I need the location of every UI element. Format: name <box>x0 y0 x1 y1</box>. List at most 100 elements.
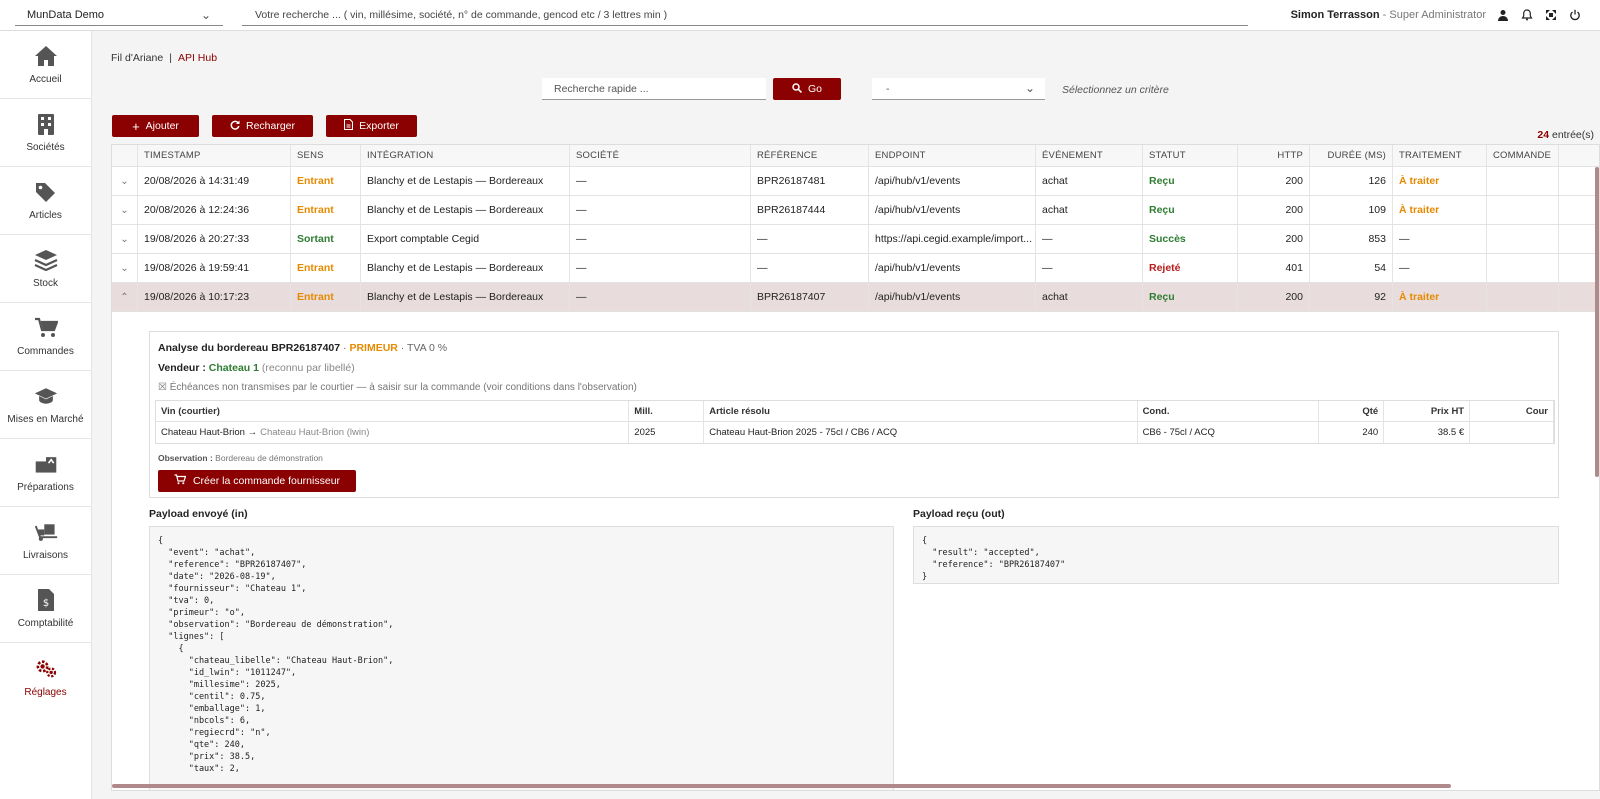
column-header[interactable]: STATUT <box>1143 145 1238 166</box>
expand-icon[interactable] <box>1544 8 1558 22</box>
warning-box-icon: ☒ <box>158 382 167 393</box>
cell-http: 200 <box>1238 283 1310 311</box>
go-label: Go <box>807 83 822 95</box>
breadcrumb-root[interactable]: Fil d'Ariane <box>111 52 163 64</box>
cell-sens: Entrant <box>291 283 361 311</box>
user-name: Simon Terrasson <box>1290 9 1380 21</box>
building-icon <box>34 112 58 136</box>
cell-endpoint: https://api.cegid.example/import... <box>869 225 1036 253</box>
table-row[interactable]: ⌄ 20/08/2026 à 12:24:36 Entrant Blanchy … <box>112 196 1599 225</box>
tags-icon <box>34 180 58 204</box>
chevron-down-icon[interactable]: ⌄ <box>112 254 138 282</box>
sidebar-item-reglages[interactable]: Réglages <box>0 643 91 711</box>
column-header[interactable]: TIMESTAMP <box>138 145 291 166</box>
chevron-down-icon[interactable]: ⌄ <box>112 196 138 224</box>
breadcrumb-current[interactable]: API Hub <box>178 52 217 64</box>
cell-vin: Chateau Haut-Brion → Chateau Haut-Brion (… <box>156 422 630 443</box>
vendeur-name: Chateau 1 <box>208 362 259 374</box>
sidebar-item-commandes[interactable]: Commandes <box>0 303 91 371</box>
criteria-select[interactable]: - ⌄ <box>872 78 1045 100</box>
boxes-icon <box>34 452 58 476</box>
chevron-down-icon[interactable]: ⌄ <box>112 225 138 253</box>
global-search-input[interactable]: Votre recherche ... ( vin, millésime, so… <box>242 6 1248 26</box>
column-header[interactable]: TRAITEMENT <box>1393 145 1487 166</box>
cell-duree: 109 <box>1310 196 1393 224</box>
quick-search-input[interactable]: Recherche rapide ... <box>542 78 766 100</box>
add-button[interactable]: + Ajouter <box>112 115 199 137</box>
cell-prix: 38.5 € <box>1384 422 1471 443</box>
sidebar-item-stock[interactable]: Stock <box>0 235 91 303</box>
company-select[interactable]: MunData Demo ⌄ <box>15 6 223 26</box>
bell-icon[interactable] <box>1520 8 1534 22</box>
column-header[interactable]: DURÉE (MS) <box>1310 145 1393 166</box>
sidebar-item-accueil[interactable]: Accueil <box>0 31 91 99</box>
cell-qte: 240 <box>1319 422 1385 443</box>
horizontal-scrollbar[interactable] <box>112 784 1451 788</box>
power-icon[interactable] <box>1568 8 1582 22</box>
table-header: TIMESTAMP SENS INTÉGRATION SOCIÉTÉ RÉFÉR… <box>112 145 1599 167</box>
cell-integration: Blanchy et de Lestapis — Bordereaux <box>361 167 570 195</box>
sidebar-item-label: Comptabilité <box>17 618 74 629</box>
cell-sens: Entrant <box>291 196 361 224</box>
sidebar-item-comptabilite[interactable]: $ Comptabilité <box>0 575 91 643</box>
cell-reference: — <box>751 225 869 253</box>
cell-http: 200 <box>1238 196 1310 224</box>
breadcrumb: Fil d'Ariane | API Hub <box>111 52 217 64</box>
column-header[interactable]: ÉVÉNEMENT <box>1036 145 1143 166</box>
chevron-down-icon[interactable]: ⌄ <box>112 167 138 195</box>
cell-integration: Blanchy et de Lestapis — Bordereaux <box>361 196 570 224</box>
table-row[interactable]: ⌄ 20/08/2026 à 14:31:49 Entrant Blanchy … <box>112 167 1599 196</box>
sidebar-item-preparations[interactable]: Préparations <box>0 439 91 507</box>
export-button[interactable]: Exporter <box>326 115 417 137</box>
table-row[interactable]: ⌄ 19/08/2026 à 20:27:33 Sortant Export c… <box>112 225 1599 254</box>
company-select-value: MunData Demo <box>27 9 105 21</box>
sidebar-item-mises-en-marche[interactable]: Mises en Marché <box>0 371 91 439</box>
sidebar-item-articles[interactable]: Articles <box>0 167 91 235</box>
vin-courtier: Chateau Haut-Brion → <box>161 427 258 438</box>
plus-icon: + <box>132 118 140 134</box>
cell-http: 200 <box>1238 167 1310 195</box>
cell-sens: Sortant <box>291 225 361 253</box>
sidebar-item-label: Stock <box>32 278 58 289</box>
create-supplier-order-button[interactable]: Créer la commande fournisseur <box>158 470 356 492</box>
column-header[interactable]: COMMANDE <box>1487 145 1559 166</box>
cell-statut: Succès <box>1143 225 1238 253</box>
table-row-expanded[interactable]: ⌃ 19/08/2026 à 10:17:23 Entrant Blanchy … <box>112 283 1599 312</box>
cart-icon <box>34 316 58 340</box>
vendeur-note: (reconnu par libellé) <box>261 362 355 374</box>
sidebar-item-societes[interactable]: Sociétés <box>0 99 91 167</box>
lines-table: Vin (courtier) Mill. Article résolu Cond… <box>155 400 1555 444</box>
lines-table-row: Chateau Haut-Brion → Chateau Haut-Brion (… <box>156 422 1554 443</box>
column-header[interactable]: INTÉGRATION <box>361 145 570 166</box>
cell-commande <box>1487 167 1559 195</box>
column-header[interactable]: HTTP <box>1238 145 1310 166</box>
table-row[interactable]: ⌄ 19/08/2026 à 19:59:41 Entrant Blanchy … <box>112 254 1599 283</box>
analysis-card: Analyse du bordereau BPR26187407 · PRIME… <box>149 331 1559 498</box>
cell-societe: — <box>570 283 751 311</box>
reload-button[interactable]: Recharger <box>212 115 313 137</box>
sidebar-item-livraisons[interactable]: Livraisons <box>0 507 91 575</box>
cell-timestamp: 19/08/2026 à 19:59:41 <box>138 254 291 282</box>
warning-text: Échéances non transmises par le courtier… <box>169 382 637 393</box>
cell-sens: Entrant <box>291 254 361 282</box>
cell-statut: Reçu <box>1143 283 1238 311</box>
column-header[interactable]: ENDPOINT <box>869 145 1036 166</box>
cell-statut: Reçu <box>1143 167 1238 195</box>
cell-duree: 853 <box>1310 225 1393 253</box>
sidebar-item-label: Mises en Marché <box>7 414 84 425</box>
column-header[interactable]: SENS <box>291 145 361 166</box>
column-header[interactable]: SOCIÉTÉ <box>570 145 751 166</box>
cell-reference: — <box>751 254 869 282</box>
chevron-down-icon: ⌄ <box>200 8 211 22</box>
vertical-scrollbar[interactable] <box>1595 167 1599 477</box>
user-icon[interactable] <box>1496 8 1510 22</box>
cell-timestamp: 19/08/2026 à 20:27:33 <box>138 225 291 253</box>
header-expand <box>112 145 138 166</box>
column-header: Prix HT <box>1384 401 1471 421</box>
column-header[interactable]: RÉFÉRENCE <box>751 145 869 166</box>
go-button[interactable]: Go <box>773 78 841 100</box>
column-header: Vin (courtier) <box>156 401 630 421</box>
chevron-up-icon[interactable]: ⌃ <box>112 283 138 311</box>
cell-statut: Rejeté <box>1143 254 1238 282</box>
cell-endpoint: /api/hub/v1/events <box>869 167 1036 195</box>
